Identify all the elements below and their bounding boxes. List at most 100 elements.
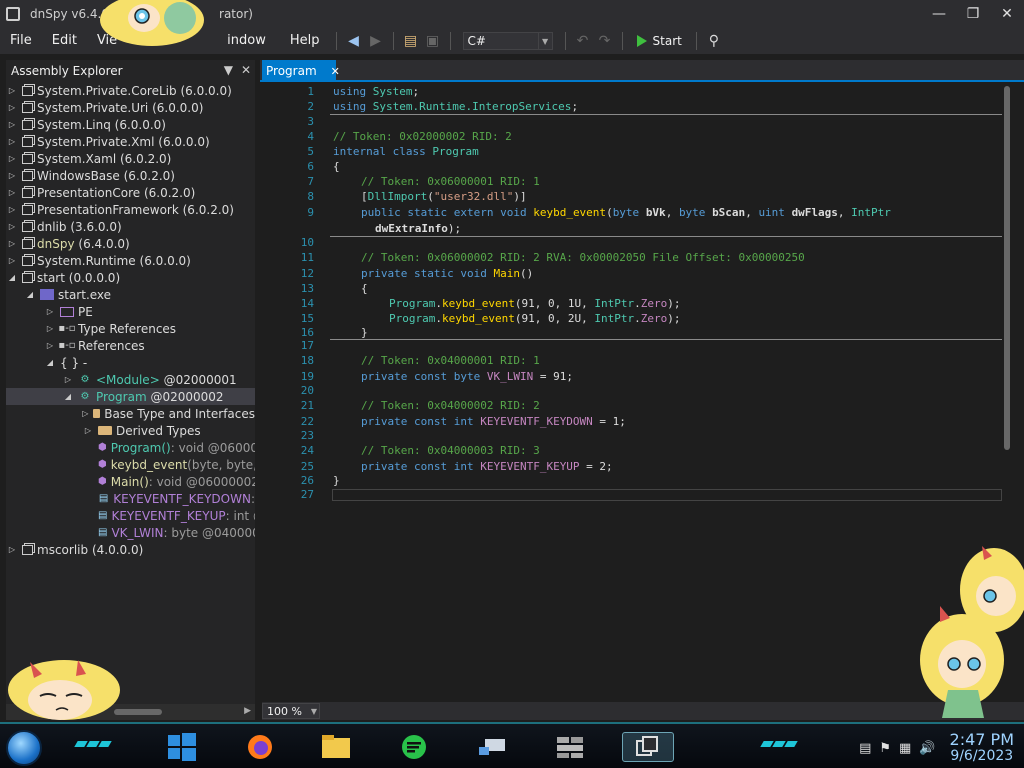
redo-icon[interactable]: ↷ bbox=[594, 30, 616, 52]
tab-program[interactable]: Program ✕ bbox=[262, 60, 340, 82]
code-line: { bbox=[333, 160, 340, 173]
forward-icon[interactable]: ▶ bbox=[365, 30, 387, 52]
windows-logo-icon[interactable] bbox=[156, 732, 208, 762]
minimize-button[interactable]: — bbox=[922, 0, 956, 28]
code-line: // Token: 0x02000002 RID: 2 bbox=[333, 130, 512, 143]
scrollbar-thumb[interactable] bbox=[1004, 86, 1010, 450]
tree-node[interactable]: ▷ System.Xaml (6.0.2.0) bbox=[6, 150, 255, 167]
tree-node[interactable]: ▷ dnlib (3.6.0.0) bbox=[6, 218, 255, 235]
start-button[interactable]: Start bbox=[629, 34, 690, 48]
tree-node[interactable]: ▤ KEYEVENTF_KEYDOWN : bbox=[6, 490, 255, 507]
tree-node[interactable]: ◢{ } - bbox=[6, 354, 255, 371]
tree-node[interactable]: ▷ System.Runtime (6.0.0.0) bbox=[6, 252, 255, 269]
app-icon bbox=[6, 7, 20, 21]
tree-node[interactable]: ⬢Program() : void @060000 bbox=[6, 439, 255, 456]
menu-window[interactable]: indow bbox=[217, 28, 276, 54]
tree-node[interactable]: ▷ WindowsBase (6.0.2.0) bbox=[6, 167, 255, 184]
tree-node[interactable]: ⬢keybd_event(byte, byte, u bbox=[6, 456, 255, 473]
expand-icon[interactable]: ▷ bbox=[6, 103, 18, 112]
dropdown-icon[interactable]: ▼ bbox=[224, 63, 233, 77]
tree-node[interactable]: ▤VK_LWIN : byte @0400000 bbox=[6, 524, 255, 541]
close-panel-icon[interactable]: ✕ bbox=[241, 63, 251, 77]
menu-file[interactable]: File bbox=[0, 28, 42, 54]
expand-icon[interactable]: ▷ bbox=[6, 222, 18, 231]
spotify-like-icon[interactable] bbox=[388, 732, 440, 762]
expand-icon[interactable]: ▷ bbox=[6, 86, 18, 95]
expand-icon[interactable]: ▷ bbox=[6, 120, 18, 129]
line-number: 24 bbox=[300, 444, 314, 457]
expand-icon[interactable]: ▷ bbox=[6, 239, 18, 248]
zoom-select[interactable]: 100 % ▼ bbox=[262, 703, 320, 719]
network-icon[interactable]: ▦ bbox=[899, 741, 911, 756]
character-sticker-bottom-left bbox=[8, 660, 120, 720]
close-tab-icon[interactable]: ✕ bbox=[331, 65, 340, 78]
code-editor[interactable]: 1 2 3 4 5 6 7 8 9 10 11 12 13 14 15 16 1… bbox=[262, 84, 1018, 702]
expand-icon[interactable]: ▷ bbox=[82, 409, 89, 418]
undo-icon[interactable]: ↶ bbox=[572, 30, 594, 52]
tree-node[interactable]: ▷ ⚙ <Module> @02000001 bbox=[6, 371, 255, 388]
expand-icon[interactable]: ▷ bbox=[44, 341, 56, 350]
expand-icon[interactable]: ▷ bbox=[6, 137, 18, 146]
expand-icon[interactable]: ▷ bbox=[6, 256, 18, 265]
expand-icon[interactable]: ▷ bbox=[6, 154, 18, 163]
expand-icon[interactable]: ▷ bbox=[6, 188, 18, 197]
menu-help[interactable]: Help bbox=[280, 28, 330, 54]
expand-icon[interactable]: ▷ bbox=[82, 426, 94, 435]
firefox-icon[interactable] bbox=[234, 732, 286, 762]
flag-icon[interactable]: ⚑ bbox=[879, 741, 891, 756]
collapse-icon[interactable]: ◢ bbox=[24, 290, 36, 299]
tree-node[interactable]: ▷ PE bbox=[6, 303, 255, 320]
network-app-icon[interactable] bbox=[466, 732, 518, 762]
tree-node[interactable]: ▷ ▪-▫ References bbox=[6, 337, 255, 354]
volume-icon[interactable]: 🔊 bbox=[919, 741, 935, 756]
expand-icon[interactable]: ▷ bbox=[6, 545, 18, 554]
assembly-icon bbox=[22, 238, 33, 249]
tree-node[interactable]: ▷ ▪-▫ Type References bbox=[6, 320, 255, 337]
language-select[interactable]: C# ▼ bbox=[462, 32, 553, 50]
maximize-button[interactable]: ❐ bbox=[956, 0, 990, 28]
tree-node[interactable]: ▷ Derived Types bbox=[6, 422, 255, 439]
tree-node[interactable]: ▷ System.Private.CoreLib (6.0.0.0) bbox=[6, 82, 255, 99]
tree-node[interactable]: ▷ PresentationFramework (6.0.2.0) bbox=[6, 201, 255, 218]
collapse-icon[interactable]: ◢ bbox=[44, 358, 56, 367]
line-number: 17 bbox=[300, 339, 314, 352]
tree-node[interactable]: ▷ PresentationCore (6.0.2.0) bbox=[6, 184, 255, 201]
assembly-icon bbox=[22, 204, 33, 215]
tree-node[interactable]: ⬢ Main() : void @06000002 bbox=[6, 473, 255, 490]
editor-vertical-scrollbar[interactable] bbox=[1002, 84, 1012, 454]
keyboard-icon[interactable]: ▤ bbox=[859, 741, 871, 756]
search-icon[interactable]: ⚲ bbox=[703, 30, 725, 52]
collapse-icon[interactable]: ◢ bbox=[62, 392, 74, 401]
line-number: 13 bbox=[300, 282, 314, 295]
start-orb-icon[interactable] bbox=[6, 730, 42, 766]
close-button[interactable]: ✕ bbox=[990, 0, 1024, 28]
tree-node[interactable]: ▷ Base Type and Interfaces bbox=[6, 405, 255, 422]
tree-node[interactable]: ▷ System.Private.Xml (6.0.0.0) bbox=[6, 133, 255, 150]
expand-icon[interactable]: ▷ bbox=[62, 375, 74, 384]
collapse-icon[interactable]: ◢ bbox=[6, 273, 18, 282]
dnspy-taskbar-icon[interactable] bbox=[622, 732, 674, 762]
wall-app-icon[interactable] bbox=[544, 732, 596, 762]
tree-node[interactable]: ◢ start (0.0.0.0) bbox=[6, 269, 255, 286]
back-icon[interactable]: ◀ bbox=[343, 30, 365, 52]
line-number: 2 bbox=[307, 100, 314, 113]
scroll-right-icon[interactable]: ▶ bbox=[244, 706, 251, 716]
tree-node[interactable]: ▷ System.Linq (6.0.0.0) bbox=[6, 116, 255, 133]
expand-icon[interactable]: ▷ bbox=[6, 205, 18, 214]
expand-icon[interactable]: ▷ bbox=[6, 171, 18, 180]
clock[interactable]: 2:47 PM 9/6/2023 bbox=[950, 731, 1014, 765]
tab-label: Program bbox=[266, 64, 317, 78]
file-explorer-icon[interactable] bbox=[310, 732, 362, 762]
tree-node[interactable]: ▷ System.Private.Uri (6.0.0.0) bbox=[6, 99, 255, 116]
menu-edit[interactable]: Edit bbox=[42, 28, 87, 54]
expand-icon[interactable]: ▷ bbox=[44, 324, 56, 333]
tree-node[interactable]: ▷ dnSpy (6.4.0.0) bbox=[6, 235, 255, 252]
open-folder-icon[interactable]: ▤ bbox=[400, 30, 422, 52]
tree-node-selected[interactable]: ◢ ⚙ Program @02000002 bbox=[6, 388, 255, 405]
code-line: public static extern void keybd_event(by… bbox=[361, 206, 891, 219]
tree-node[interactable]: ◢ start.exe bbox=[6, 286, 255, 303]
save-icon[interactable]: ▣ bbox=[422, 30, 444, 52]
tree-node[interactable]: ▷ mscorlib (4.0.0.0) bbox=[6, 541, 255, 558]
tree-node[interactable]: ▤KEYEVENTF_KEYUP : int @ bbox=[6, 507, 255, 524]
expand-icon[interactable]: ▷ bbox=[44, 307, 56, 316]
